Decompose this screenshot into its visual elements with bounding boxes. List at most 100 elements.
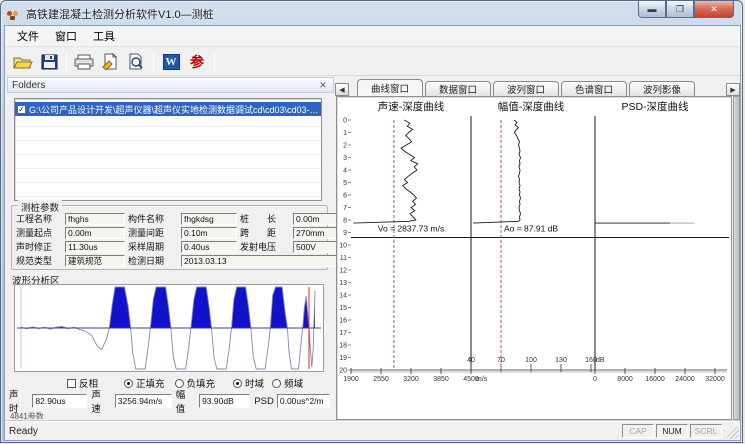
radio-icon xyxy=(233,379,242,388)
checkbox-icon xyxy=(67,379,76,388)
amplitude-field[interactable]: 93.90dB xyxy=(199,394,250,408)
param-value[interactable]: 0.10m xyxy=(181,227,237,239)
param-label: 声时修正 xyxy=(16,240,62,253)
svg-text:17: 17 xyxy=(339,330,347,337)
svg-text:7: 7 xyxy=(343,205,347,212)
param-value[interactable]: 2013.03.13 xyxy=(181,255,337,267)
svg-text:3200: 3200 xyxy=(403,376,419,383)
word-export-button[interactable]: W xyxy=(158,50,184,74)
waveform-svg xyxy=(15,285,323,371)
svg-text:18: 18 xyxy=(339,343,347,350)
svg-text:11: 11 xyxy=(340,255,347,262)
param-label: 发射电压 xyxy=(240,240,290,253)
param-value[interactable]: 11.30us xyxy=(65,241,125,253)
page-magnifier-icon xyxy=(127,53,145,70)
save-button[interactable] xyxy=(36,50,62,74)
menu-tools[interactable]: 工具 xyxy=(85,25,123,47)
caps-lock-indicator: CAP xyxy=(622,424,654,438)
svg-text:Vo = 2837.73 m/s: Vo = 2837.73 m/s xyxy=(378,224,444,234)
toolbar-separator xyxy=(153,52,154,72)
export-report-button[interactable] xyxy=(97,50,123,74)
pile-params-groupbox: 测桩参数 工程名称 fhghs 构件名称 fhgkdsg 桩 长 0.00m 测… xyxy=(11,205,328,270)
sonic-speed-field[interactable]: 3256.94m/s xyxy=(115,394,172,408)
psd-field[interactable]: 0.00us^2/m xyxy=(277,394,330,408)
tab-wavetrain-image[interactable]: 波列影像 xyxy=(629,81,695,96)
menu-bar: 文件 窗口 工具 xyxy=(5,26,740,47)
param-value[interactable]: fhgkdsg xyxy=(181,213,237,225)
page-edit-icon xyxy=(101,53,119,70)
param-label: 跨 距 xyxy=(240,226,290,239)
param-label: 检测日期 xyxy=(128,254,178,267)
tab-curve-window[interactable]: 曲线窗口 xyxy=(357,79,423,96)
print-button[interactable] xyxy=(71,50,97,74)
file-path: G:\公司产品设计开发\超声仪器\超声仪实地检测数据调试cd\cd03\cd03… xyxy=(29,103,319,116)
param-value[interactable]: 270mm xyxy=(293,227,337,239)
svg-text:2: 2 xyxy=(343,143,347,150)
sonic-time-field[interactable]: 82.90us xyxy=(32,394,87,408)
folders-panel: Folders ✕ ✓ G:\公司产品设计开发\超声仪器\超声仪实地检测数据调试… xyxy=(7,77,334,422)
tab-wavetrain-window[interactable]: 波列窗口 xyxy=(493,81,559,96)
file-list[interactable]: ✓ G:\公司产品设计开发\超声仪器\超声仪实地检测数据调试cd\cd03\cd… xyxy=(14,98,322,201)
file-list-item[interactable]: ✓ G:\公司产品设计开发\超声仪器\超声仪实地检测数据调试cd\cd03\cd… xyxy=(15,102,321,116)
positive-fill-radio[interactable]: 正填充 xyxy=(124,376,165,390)
param-char-icon: 参 xyxy=(190,52,204,72)
curve-chart-area: 01234567891011121314151617181920声速-深度曲线1… xyxy=(336,96,732,420)
svg-text:Ao = 87.91 dB: Ao = 87.91 dB xyxy=(504,224,558,234)
svg-text:dB: dB xyxy=(596,357,605,364)
app-window: 高铁建混凝土检测分析软件V1.0—测桩 ▬ ❐ ✕ 文件 窗口 工具 xyxy=(0,0,743,443)
svg-text:10: 10 xyxy=(339,243,347,250)
param-value[interactable]: 500V xyxy=(293,241,337,253)
param-value[interactable]: fhghs xyxy=(65,213,125,225)
param-label: 采样周期 xyxy=(128,240,178,253)
client-area: 文件 窗口 工具 xyxy=(4,25,741,441)
readout-label: PSD xyxy=(254,396,274,407)
chart-scrollbar[interactable] xyxy=(733,96,740,420)
param-label: 构件名称 xyxy=(128,212,178,225)
clipped-groupbox-label: 4841参数 xyxy=(10,411,44,419)
param-value[interactable]: 0.00m xyxy=(65,227,125,239)
tab-scroll-right-icon[interactable]: ▶ xyxy=(726,83,740,96)
menu-window[interactable]: 窗口 xyxy=(47,25,85,47)
parameters-button[interactable]: 参 xyxy=(184,50,210,74)
printer-icon xyxy=(74,54,94,70)
resize-grip[interactable] xyxy=(727,427,739,439)
freq-domain-radio[interactable]: 频域 xyxy=(272,376,303,390)
param-value[interactable]: 建筑规范 xyxy=(65,255,125,267)
svg-text:40: 40 xyxy=(467,357,475,364)
svg-text:1900: 1900 xyxy=(343,376,359,383)
status-bar: Ready CAP NUM SCRL xyxy=(5,421,740,440)
open-folder-icon xyxy=(13,54,33,70)
svg-text:幅值-深度曲线: 幅值-深度曲线 xyxy=(498,100,565,113)
svg-text:32000: 32000 xyxy=(705,376,725,383)
file-checkbox[interactable]: ✓ xyxy=(17,105,26,114)
svg-text:PSD-深度曲线: PSD-深度曲线 xyxy=(621,100,689,113)
tab-scroll-left-icon[interactable]: ◀ xyxy=(335,83,349,96)
minimize-button[interactable]: ▬ xyxy=(638,1,666,18)
param-value[interactable]: 0.40us xyxy=(181,241,237,253)
depth-curves-svg: 01234567891011121314151617181920声速-深度曲线1… xyxy=(337,97,731,419)
param-label: 规范类型 xyxy=(16,254,62,267)
svg-text:6: 6 xyxy=(343,193,347,200)
svg-text:声速-深度曲线: 声速-深度曲线 xyxy=(378,100,445,113)
svg-text:4: 4 xyxy=(343,168,347,175)
status-text: Ready xyxy=(9,426,38,437)
folders-header: Folders ✕ xyxy=(7,77,334,93)
tab-data-window[interactable]: 数据窗口 xyxy=(425,81,491,96)
param-value[interactable]: 0.00m xyxy=(293,213,337,225)
readout-label: 幅 值 xyxy=(176,387,196,415)
print-preview-button[interactable] xyxy=(123,50,149,74)
svg-text:2550: 2550 xyxy=(373,376,389,383)
tab-spectrum-window[interactable]: 色谱窗口 xyxy=(561,81,627,96)
scroll-lock-indicator: SCRL xyxy=(690,424,722,438)
time-domain-radio[interactable]: 时域 xyxy=(233,376,264,390)
open-button[interactable] xyxy=(10,50,36,74)
folders-close-icon[interactable]: ✕ xyxy=(317,80,329,91)
close-button[interactable]: ✕ xyxy=(694,1,734,18)
app-icon xyxy=(7,8,21,21)
svg-text:15: 15 xyxy=(339,305,347,312)
menu-file[interactable]: 文件 xyxy=(9,25,47,47)
maximize-button[interactable]: ❐ xyxy=(666,1,694,18)
window-title: 高铁建混凝土检测分析软件V1.0—测桩 xyxy=(26,6,214,22)
waveform-plot[interactable] xyxy=(14,284,324,372)
svg-text:9: 9 xyxy=(343,230,347,237)
